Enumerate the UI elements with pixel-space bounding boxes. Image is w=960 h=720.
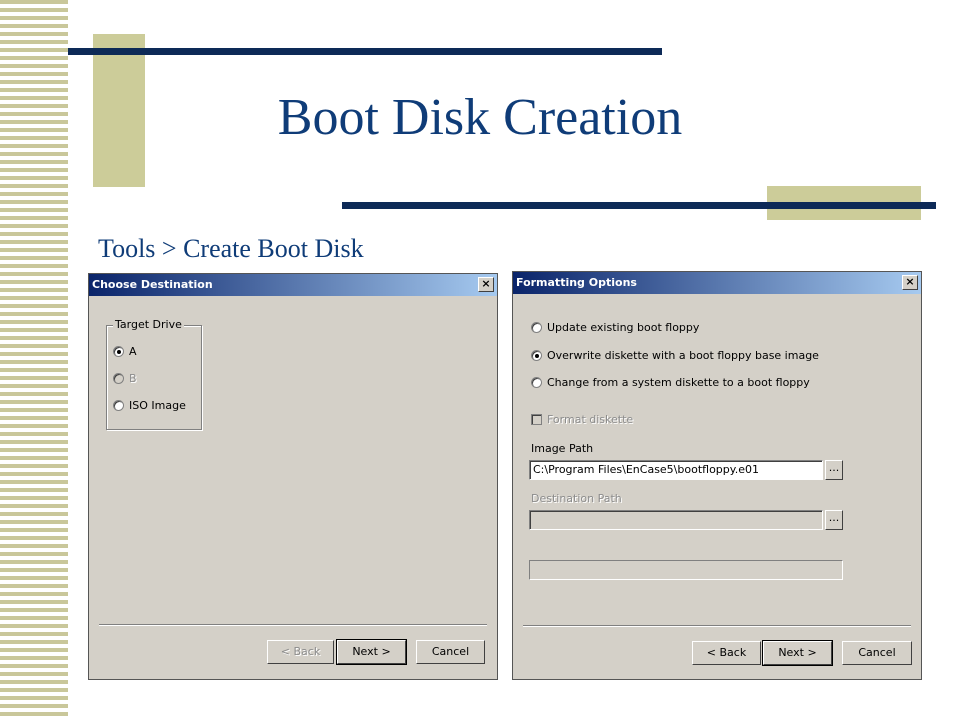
radio-label: ISO Image: [129, 399, 186, 412]
decorative-bar-bottom: [342, 202, 936, 209]
radio-update-existing[interactable]: Update existing boot floppy: [531, 321, 699, 334]
formatting-options-dialog: Formatting Options × Update existing boo…: [512, 271, 922, 680]
formatting-options-titlebar[interactable]: Formatting Options ×: [513, 272, 921, 294]
checkbox-icon: [531, 414, 542, 425]
destination-path-field: [529, 510, 823, 530]
image-path-field[interactable]: C:\Program Files\EnCase5\bootfloppy.e01: [529, 460, 823, 480]
radio-button-icon[interactable]: [531, 322, 542, 333]
radio-label: A: [129, 345, 137, 358]
radio-button-icon: [113, 373, 124, 384]
choose-destination-title: Choose Destination: [92, 278, 213, 291]
image-path-browse-button[interactable]: ...: [825, 460, 843, 480]
next-button[interactable]: Next >: [336, 639, 407, 665]
radio-button-icon[interactable]: [113, 346, 124, 357]
next-button[interactable]: Next >: [762, 640, 833, 666]
radio-button-icon[interactable]: [113, 400, 124, 411]
close-icon[interactable]: ×: [902, 275, 918, 290]
button-separator: [523, 625, 911, 627]
back-button: < Back: [267, 640, 334, 664]
format-diskette-checkbox: Format diskette: [531, 413, 633, 426]
destination-path-label: Destination Path: [531, 492, 622, 505]
cancel-button[interactable]: Cancel: [842, 641, 912, 665]
button-separator: [99, 624, 487, 626]
formatting-options-title: Formatting Options: [516, 276, 637, 289]
radio-button-icon[interactable]: [531, 350, 542, 361]
radio-button-icon[interactable]: [531, 377, 542, 388]
radio-change-system-diskette[interactable]: Change from a system diskette to a boot …: [531, 376, 810, 389]
choose-destination-titlebar[interactable]: Choose Destination ×: [89, 274, 497, 296]
radio-label: Overwrite diskette with a boot floppy ba…: [547, 349, 819, 362]
decorative-bar-top: [68, 48, 662, 55]
cancel-button[interactable]: Cancel: [416, 640, 485, 664]
target-drive-label: Target Drive: [113, 318, 184, 331]
image-path-label: Image Path: [531, 442, 594, 455]
radio-drive-a[interactable]: A: [113, 345, 137, 358]
choose-destination-dialog: Choose Destination × Target Drive A B IS…: [88, 273, 498, 680]
radio-label: Change from a system diskette to a boot …: [547, 376, 810, 389]
back-button[interactable]: < Back: [692, 641, 761, 665]
radio-label: Update existing boot floppy: [547, 321, 700, 334]
radio-overwrite-diskette[interactable]: Overwrite diskette with a boot floppy ba…: [531, 349, 819, 362]
checkbox-label: Format diskette: [547, 413, 634, 426]
close-icon[interactable]: ×: [478, 277, 494, 292]
slide-subtitle: Tools > Create Boot Disk: [98, 234, 364, 263]
destination-path-browse-button: ...: [825, 510, 843, 530]
radio-drive-b: B: [113, 372, 137, 385]
radio-iso-image[interactable]: ISO Image: [113, 399, 186, 412]
radio-label: B: [129, 372, 137, 385]
slide-title: Boot Disk Creation: [277, 89, 683, 146]
progress-field: [529, 560, 843, 580]
